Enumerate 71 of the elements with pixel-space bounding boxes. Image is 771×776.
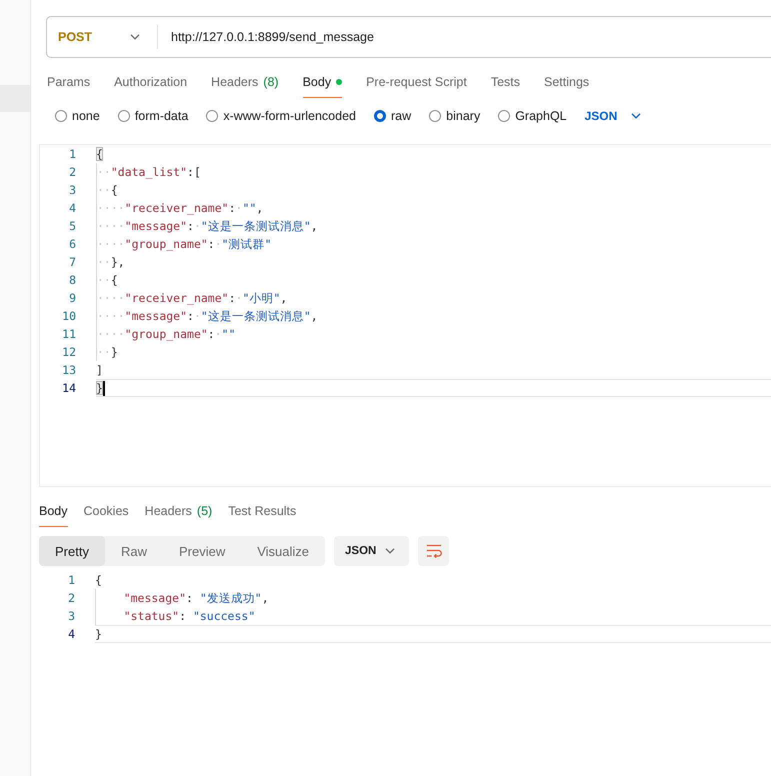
radio-button[interactable] [55, 110, 67, 122]
tab[interactable]: Params [47, 68, 90, 98]
code-line: ····"receiver_name":·"小明", [97, 290, 288, 306]
wrap-lines-icon [426, 544, 442, 558]
code-line: ··"data_list":[ [97, 164, 201, 180]
code-line: ····"group_name":·"" [97, 326, 236, 342]
line-number: 3 [68, 182, 77, 199]
chevron-down-icon [130, 34, 140, 40]
radio-button[interactable] [206, 110, 218, 122]
radio-button[interactable] [498, 110, 510, 122]
line-number: 13 [61, 362, 77, 379]
format-dropdown[interactable]: JSON [584, 109, 642, 123]
url-input[interactable]: http://127.0.0.1:8899/send_message [158, 30, 374, 44]
code-line: ····"message":·"这是一条测试消息", [97, 308, 318, 324]
tab[interactable]: Body [302, 68, 342, 98]
code-line: ] [96, 362, 103, 378]
tab[interactable]: Cookies [84, 497, 129, 527]
chevron-down-icon [385, 548, 396, 554]
tab[interactable]: Body [39, 497, 68, 527]
view-mode-tab[interactable]: Raw [104, 536, 163, 566]
code-line: "message": "发送成功", [124, 590, 269, 606]
line-number: 1 [67, 572, 76, 589]
chevron-down-icon [631, 113, 642, 119]
code-line: ····"group_name":·"测试群" [97, 236, 272, 252]
tab[interactable]: Test Results [228, 497, 296, 527]
code-line: ··}, [97, 254, 125, 270]
line-number: 8 [68, 272, 77, 289]
tab[interactable]: Tests [490, 68, 520, 98]
line-number: 2 [67, 590, 76, 607]
radio-option[interactable]: x-www-form-urlencoded [206, 109, 356, 123]
tab[interactable]: Authorization [114, 68, 188, 98]
code-line: ··{ [97, 182, 118, 198]
line-number: 14 [61, 380, 77, 397]
line-number: 3 [67, 608, 76, 625]
code-line: ··} [97, 344, 118, 360]
text-cursor [102, 380, 105, 396]
code-line: ····"receiver_name":·"", [97, 200, 264, 216]
code-line: ··{ [97, 272, 118, 288]
line-number: 4 [67, 626, 76, 643]
radio-option[interactable]: none [55, 109, 100, 123]
radio-option[interactable]: GraphQL [498, 109, 567, 123]
line-number: 4 [68, 200, 77, 217]
format-dropdown[interactable]: JSON [334, 536, 410, 566]
radio-option[interactable]: raw [374, 109, 412, 123]
tab[interactable]: Headers (5) [144, 497, 212, 527]
line-number: 7 [68, 254, 77, 271]
view-mode-tab[interactable]: Visualize [241, 536, 326, 566]
tab[interactable]: Headers (8) [211, 68, 279, 98]
radio-option[interactable]: form-data [118, 109, 188, 123]
line-number: 9 [68, 290, 77, 307]
wrap-lines-button[interactable] [418, 536, 450, 566]
line-number: 10 [61, 308, 77, 325]
radio-button[interactable] [118, 110, 130, 122]
line-number: 2 [68, 164, 77, 181]
line-number: 1 [68, 146, 77, 163]
line-number: 12 [61, 344, 77, 361]
radio-button[interactable] [429, 110, 442, 122]
line-number: 11 [61, 326, 77, 343]
code-line: "status": "success" [124, 608, 256, 624]
line-number: 5 [68, 218, 77, 235]
view-mode-tab[interactable]: Pretty [39, 536, 105, 566]
code-line: { [95, 572, 102, 588]
tab[interactable]: Settings [544, 68, 590, 98]
line-number: 6 [68, 236, 77, 253]
view-mode-tab[interactable]: Preview [162, 536, 242, 566]
code-line: } [95, 626, 102, 642]
method-dropdown[interactable]: POST [47, 17, 157, 57]
code-line: ····"message":·"这是一条测试消息", [97, 218, 318, 234]
radio-button[interactable] [374, 110, 386, 122]
tab[interactable]: Pre-request Script [366, 68, 467, 98]
radio-option[interactable]: binary [429, 109, 480, 123]
